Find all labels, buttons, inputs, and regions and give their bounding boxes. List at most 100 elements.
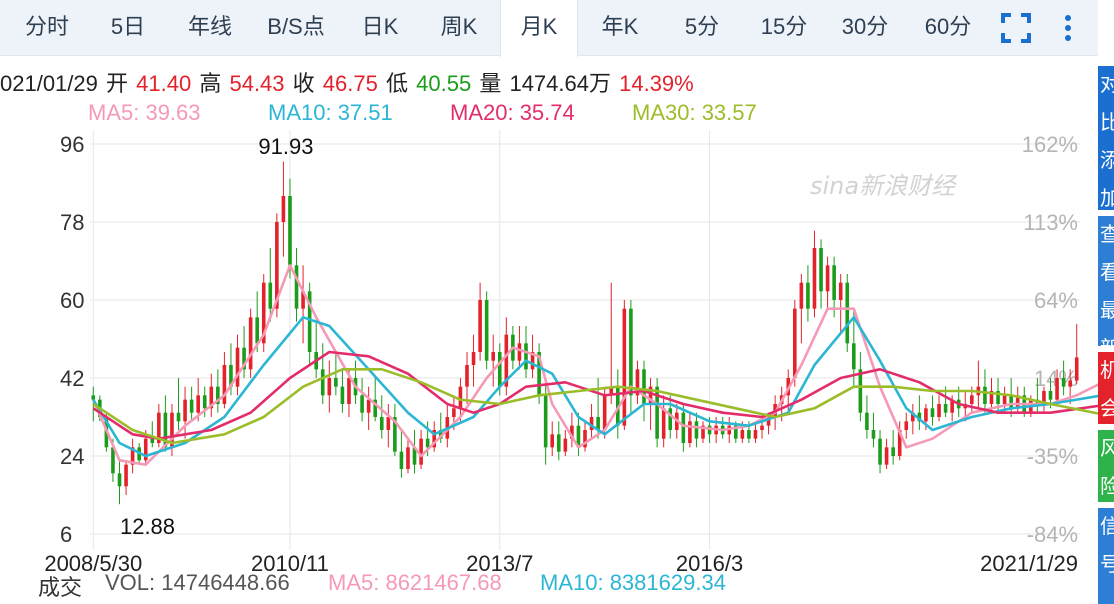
y-tick-label-right: 162% <box>1022 132 1078 157</box>
sina-watermark: sina新浪财经 <box>810 172 958 200</box>
candle-body <box>806 282 810 309</box>
candle-body <box>1002 395 1007 404</box>
candle-body <box>294 265 299 309</box>
candle-body <box>1055 378 1059 400</box>
side-strip-char: 添 <box>1100 150 1114 172</box>
y-tick-label-left: 6 <box>60 522 72 547</box>
side-strip-block-3[interactable]: 风险 <box>1098 430 1114 502</box>
candle-body <box>235 347 240 387</box>
candle-body <box>799 282 804 309</box>
side-strip-block-0[interactable]: 对比添加 <box>1098 66 1114 210</box>
candle-body <box>248 317 253 370</box>
candle-body <box>871 430 876 439</box>
side-strip-block-2[interactable]: 机会 <box>1098 352 1114 424</box>
candle-body <box>970 395 974 404</box>
candle-body <box>91 395 96 400</box>
side-strip-block-1[interactable]: 查看最新 <box>1098 216 1114 346</box>
candle-body <box>1068 380 1072 387</box>
candle-body <box>288 196 292 266</box>
candle-body <box>347 378 351 404</box>
candle-body <box>858 369 863 413</box>
candle-body <box>694 421 699 439</box>
side-strip-char: 对 <box>1100 74 1114 96</box>
side-strip-char: 信 <box>1100 516 1114 538</box>
candle-body <box>222 365 227 404</box>
candle-body <box>661 408 666 439</box>
candle-body <box>622 308 627 426</box>
y-tick-label-left: 42 <box>60 366 84 391</box>
candle-body <box>399 451 404 469</box>
y-tick-label-right: -35% <box>1027 444 1078 469</box>
vol-ma10: MA10: 8381629.34 <box>540 570 726 595</box>
min-price-label: 12.88 <box>120 514 175 539</box>
candle-body <box>891 447 895 456</box>
side-strip-block-4[interactable]: 信号 <box>1098 508 1114 604</box>
candle-body <box>360 395 364 413</box>
side-strip-char: 加 <box>1100 188 1114 210</box>
candle-body <box>176 412 181 422</box>
side-strip-char: 险 <box>1100 476 1114 498</box>
candlestick-chart[interactable]: 96162%78113%6064%4214%24-35%6-84%2008/5/… <box>0 0 1098 604</box>
candle-body <box>825 265 830 292</box>
candle-body <box>865 412 869 430</box>
side-strip-char: 新 <box>1098 330 1114 346</box>
y-tick-label-left: 24 <box>60 444 84 469</box>
candle-body <box>406 447 410 469</box>
candle-body <box>478 300 482 352</box>
candle-body <box>819 248 823 292</box>
ma-line-ma5 <box>92 264 1098 466</box>
candle-body <box>688 421 692 443</box>
vol-ma5: MA5: 8621467.68 <box>328 570 502 595</box>
candle-body <box>812 248 817 309</box>
side-strip-char: 最 <box>1100 300 1114 322</box>
candle-body <box>904 421 909 430</box>
candle-body <box>268 282 273 309</box>
candle-body <box>202 395 207 409</box>
candle-body <box>484 300 489 361</box>
candle-body <box>320 369 325 396</box>
candle-body <box>668 408 673 430</box>
candle-body <box>983 386 987 404</box>
candle-body <box>491 352 496 361</box>
side-strip-char: 机 <box>1100 360 1114 382</box>
candle-body <box>924 408 928 422</box>
candle-body <box>327 378 332 396</box>
y-tick-label-right: 64% <box>1034 288 1078 313</box>
y-tick-label-right: -84% <box>1027 522 1078 547</box>
y-tick-label-left: 60 <box>60 288 84 313</box>
candle-body <box>1009 395 1013 409</box>
candle-body <box>747 430 751 439</box>
y-tick-label-right: 113% <box>1023 210 1078 235</box>
candle-body <box>517 343 522 361</box>
candle-body <box>740 430 745 439</box>
candle-body <box>386 417 391 430</box>
candle-body <box>1048 391 1053 400</box>
candle-body <box>943 404 948 413</box>
candle-body <box>189 399 194 413</box>
volume-section-label: 成交 <box>38 575 83 600</box>
candle-body <box>838 282 843 300</box>
candle-body <box>1074 357 1079 381</box>
max-price-label: 91.93 <box>258 134 313 159</box>
candle-body <box>150 438 155 443</box>
y-tick-label-left: 78 <box>60 210 84 235</box>
candle-body <box>852 343 856 370</box>
side-strip-char: 查 <box>1100 224 1114 246</box>
side-strip-char: 比 <box>1100 112 1114 134</box>
candle-body <box>681 412 686 443</box>
vol-value: VOL: 14746448.66 <box>105 570 290 595</box>
candle-body <box>183 399 187 422</box>
candle-body <box>340 386 345 404</box>
candle-body <box>1061 378 1066 387</box>
candle-body <box>642 369 646 404</box>
side-promo-strip[interactable]: 对比添加查看最新机会风险信号 <box>1098 66 1114 604</box>
candle-body <box>379 417 384 430</box>
candle-body <box>425 438 430 448</box>
candle-body <box>497 352 502 387</box>
candle-body <box>792 308 797 378</box>
side-strip-char: 看 <box>1100 262 1114 284</box>
candle-body <box>937 404 941 417</box>
candle-body <box>334 378 338 387</box>
volume-legend-row: 成交 VOL: 14746448.66 MA5: 8621467.68 MA10… <box>0 570 1098 600</box>
side-strip-char: 号 <box>1100 554 1114 576</box>
